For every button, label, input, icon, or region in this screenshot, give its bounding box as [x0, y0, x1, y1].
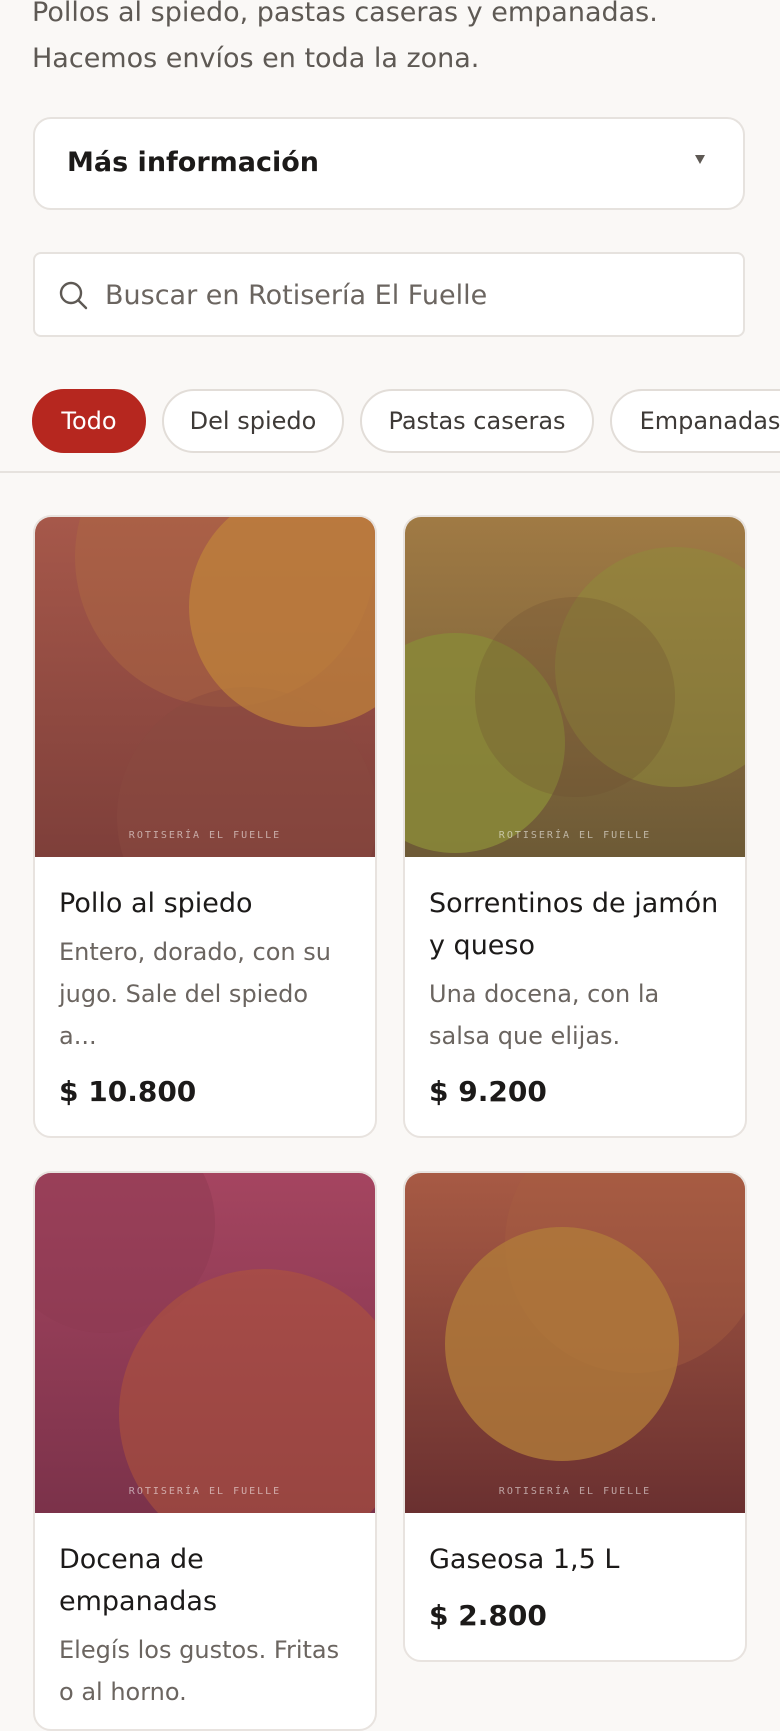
product-price: $ 10.800: [59, 1075, 197, 1108]
search-input[interactable]: [105, 270, 705, 320]
product-price: $ 9.200: [429, 1075, 547, 1108]
search-bar[interactable]: [33, 252, 745, 337]
product-description: Elegís los gustos. Fritas o al horno.: [59, 1636, 340, 1706]
product-card-empanadas[interactable]: ROTISERÍA EL FUELLE Docena de empanadas …: [33, 1171, 377, 1731]
product-card-sorrentinos[interactable]: ROTISERÍA EL FUELLE Sorrentinos de jamón…: [403, 515, 747, 1138]
product-card-pollo[interactable]: ROTISERÍA EL FUELLE Pollo al spiedo Ente…: [33, 515, 377, 1138]
category-chips: Todo Del spiedo Pastas caseras Empanadas: [32, 389, 780, 453]
brand-watermark: ROTISERÍA EL FUELLE: [498, 830, 652, 841]
product-title: Gaseosa 1,5 L: [429, 1544, 620, 1575]
store-description-line: Hacemos envíos en toda la zona.: [32, 43, 480, 74]
category-chip-todo[interactable]: Todo: [32, 389, 146, 453]
product-description: Entero, dorado, con su jugo. Sale del sp…: [59, 938, 331, 1050]
store-description-line: Pollos al spiedo, pastas caseras y empan…: [32, 0, 658, 28]
brand-watermark: ROTISERÍA EL FUELLE: [498, 1486, 652, 1497]
more-info-label: Más información: [67, 147, 320, 178]
section-divider: [0, 471, 780, 473]
product-title: Sorrentinos de jamón y queso: [429, 888, 719, 961]
product-image: ROTISERÍA EL FUELLE: [35, 517, 375, 857]
brand-watermark: ROTISERÍA EL FUELLE: [128, 830, 282, 841]
search-icon: [59, 281, 88, 310]
category-chip-del-spiedo[interactable]: Del spiedo: [162, 389, 344, 453]
product-title: Docena de empanadas: [59, 1544, 218, 1617]
product-description: Una docena, con la salsa que elijas.: [429, 980, 660, 1050]
product-title: Pollo al spiedo: [59, 888, 253, 919]
product-price: $ 2.800: [429, 1599, 547, 1632]
brand-watermark: ROTISERÍA EL FUELLE: [128, 1486, 282, 1497]
product-image: ROTISERÍA EL FUELLE: [405, 517, 745, 857]
category-chip-pastas-caseras[interactable]: Pastas caseras: [360, 389, 594, 453]
product-card-gaseosa[interactable]: ROTISERÍA EL FUELLE Gaseosa 1,5 L $ 2.80…: [403, 1171, 747, 1662]
product-image: ROTISERÍA EL FUELLE: [405, 1173, 745, 1513]
more-info-dropdown[interactable]: Más información: [33, 117, 745, 210]
product-image: ROTISERÍA EL FUELLE: [35, 1173, 375, 1513]
category-chip-empanadas[interactable]: Empanadas: [610, 389, 780, 453]
caret-down-icon: [695, 155, 705, 164]
store-description: Pollos al spiedo, pastas caseras y empan…: [32, 0, 752, 82]
